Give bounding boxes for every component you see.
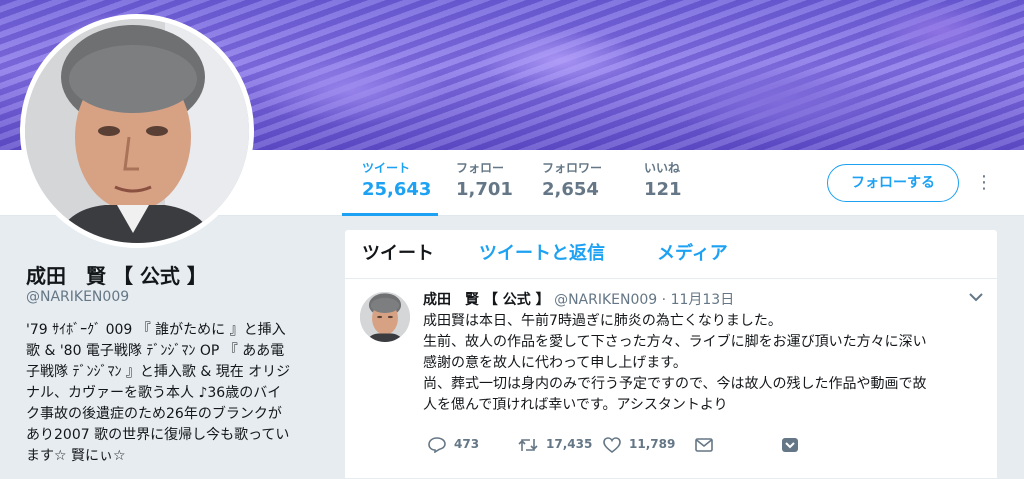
stat-tweets-label: ツイート xyxy=(362,161,411,175)
tab-tweets-and-replies[interactable]: ツイートと返信 xyxy=(479,241,605,267)
reply-count: 473 xyxy=(454,437,480,451)
envelope-icon xyxy=(695,437,713,452)
bio-line: あり2007 歌の世界に復帰し今も歌ってい xyxy=(26,427,290,443)
direct-message-button[interactable] xyxy=(695,434,721,454)
stat-likes-label: いいね xyxy=(644,161,681,175)
timeline-tabs: ツイート ツイートと返信 メディア xyxy=(345,230,999,279)
heart-icon xyxy=(603,436,621,453)
tweet-item[interactable]: 成田 賢 【 公式 】 @NARIKEN009 · 11月13日 成田賢は本日、… xyxy=(345,280,999,479)
retweet-count: 17,435 xyxy=(546,437,593,451)
tab-media[interactable]: メディア xyxy=(657,241,728,267)
retweet-button[interactable]: 17,435 xyxy=(518,434,592,454)
avatar-portrait-image xyxy=(25,19,249,243)
stat-followers-value: 2,654 xyxy=(542,179,599,200)
tweet-text-line: 尚、葬式一切は身内のみで行う予定ですので、今は故人の残した作品や動画で故 xyxy=(423,376,927,392)
reply-button[interactable]: 473 xyxy=(428,434,479,454)
tweet-separator: · xyxy=(661,292,667,308)
stat-following[interactable]: フォロー 1,701 xyxy=(436,160,526,216)
profile-bio: '79 ｻｲﾎﾞｰｸﾞ 009 『 誰がために 』と挿入 歌 & '80 電子戦… xyxy=(26,320,314,467)
tweet-author-handle[interactable]: @NARIKEN009 xyxy=(554,292,657,308)
bookmark-button[interactable] xyxy=(781,434,807,454)
tab-tweets[interactable]: ツイート xyxy=(362,241,434,267)
timeline-card: ツイート ツイートと返信 メディア 成田 賢 【 公式 】 @NARIKEN00… xyxy=(344,229,999,479)
stat-following-value: 1,701 xyxy=(456,179,513,200)
follow-button[interactable]: フォローする xyxy=(827,164,959,202)
tweet-text-line: 感謝の意を故人に代わって申し上げます。 xyxy=(423,355,687,371)
tweet-avatar[interactable] xyxy=(360,292,410,342)
bookmark-icon xyxy=(782,437,798,452)
tweet-timestamp[interactable]: 11月13日 xyxy=(671,292,735,308)
tweet-text-line: 人を偲んで頂ければ幸いです。アシスタントより xyxy=(423,397,728,413)
profile-page: ツイート 25,643 フォロー 1,701 フォロワー 2,654 いいね 1… xyxy=(0,0,1024,479)
stat-following-label: フォロー xyxy=(456,161,505,175)
like-button[interactable]: 11,789 xyxy=(603,434,675,454)
bio-line: ます☆ 賢にぃ☆ xyxy=(26,448,126,464)
tweet-text: 成田賢は本日、午前7時過ぎに肺炎の為亡くなりました。 生前、故人の作品を愛して下… xyxy=(423,311,989,416)
reply-icon xyxy=(428,436,446,453)
chevron-down-icon[interactable] xyxy=(969,290,983,306)
stat-tweets-value: 25,643 xyxy=(362,179,432,200)
like-count: 11,789 xyxy=(629,437,676,451)
bio-line: '79 ｻｲﾎﾞｰｸﾞ 009 『 誰がために 』と挿入 xyxy=(26,322,286,338)
tweet-text-line: 生前、故人の作品を愛して下さった方々、ライブに脚をお運び頂いた方々に深い xyxy=(423,334,927,350)
stat-followers[interactable]: フォロワー 2,654 xyxy=(522,160,626,216)
tweet-avatar-image xyxy=(360,292,410,342)
bio-line: 子戦隊 ﾃﾞﾝｼﾞﾏﾝ 』と挿入歌 & 現在 オリジ xyxy=(26,364,291,380)
tweet-author-name[interactable]: 成田 賢 【 公式 】 xyxy=(423,292,550,308)
tweet-header: 成田 賢 【 公式 】 @NARIKEN009 · 11月13日 xyxy=(423,289,734,309)
stat-tweets[interactable]: ツイート 25,643 xyxy=(342,160,438,216)
profile-name: 成田 賢 【 公式 】 xyxy=(26,264,207,288)
more-options-icon[interactable]: ⋮ xyxy=(974,170,994,196)
bio-line: ク事故の後遺症のため26年のブランクが xyxy=(26,406,282,422)
retweet-icon xyxy=(518,438,538,451)
stat-followers-label: フォロワー xyxy=(542,161,603,175)
tweet-actions: 473 17,435 11,789 xyxy=(423,434,923,454)
profile-avatar[interactable] xyxy=(20,14,254,248)
tweet-text-line: 成田賢は本日、午前7時過ぎに肺炎の為亡くなりました。 xyxy=(423,313,782,329)
bio-line: 歌 & '80 電子戦隊 ﾃﾞﾝｼﾞﾏﾝ OP 『 ああ電 xyxy=(26,343,285,359)
bio-line: ナル、カヴァーを歌う本人 ♪36歳のバイ xyxy=(26,385,282,401)
stat-likes-value: 121 xyxy=(644,179,682,200)
profile-handle[interactable]: @NARIKEN009 xyxy=(26,289,129,305)
stat-likes[interactable]: いいね 121 xyxy=(624,160,704,216)
